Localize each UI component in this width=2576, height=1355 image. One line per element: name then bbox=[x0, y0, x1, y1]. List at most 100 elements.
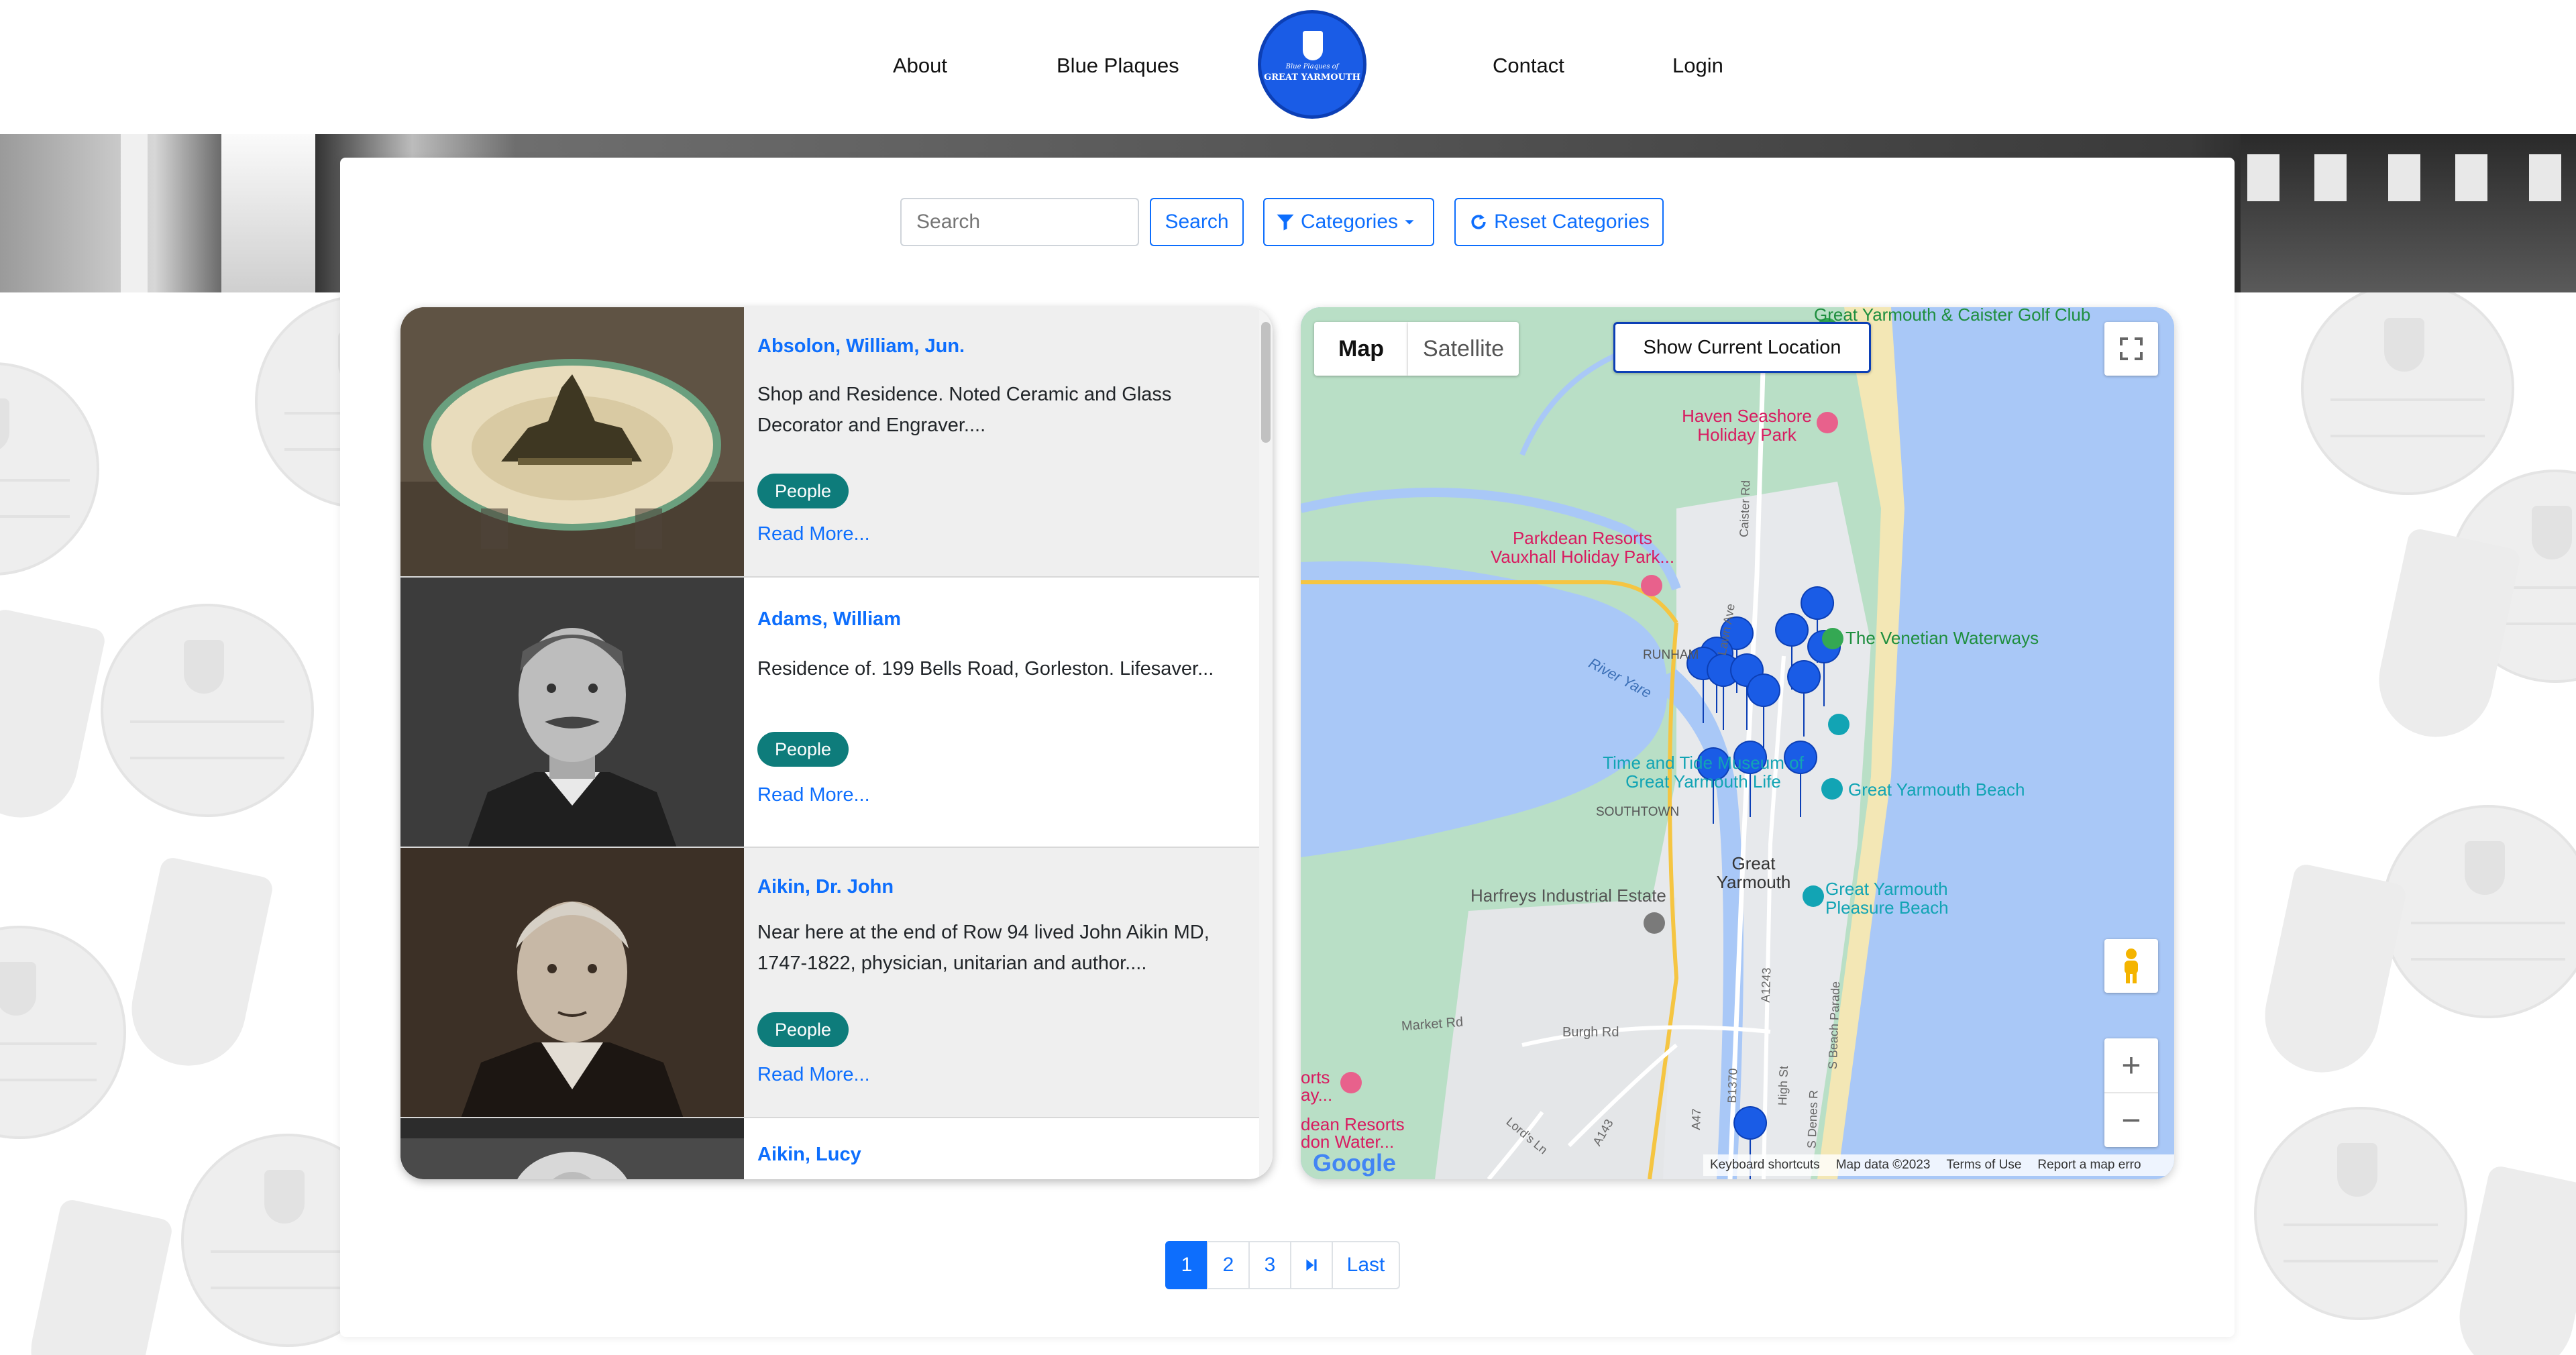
background-badge bbox=[0, 362, 99, 576]
refresh-icon bbox=[1471, 214, 1486, 229]
nav-contact-link[interactable]: Contact bbox=[1493, 54, 1564, 78]
background-mark bbox=[2254, 862, 2408, 1083]
filter-icon bbox=[1277, 214, 1294, 231]
page-3-button[interactable]: 3 bbox=[1248, 1241, 1291, 1289]
zoom-out-button[interactable]: − bbox=[2104, 1093, 2158, 1147]
map-label-parkdean: Parkdean Resorts Vauxhall Holiday Park..… bbox=[1490, 528, 1675, 567]
categories-button-label: Categories bbox=[1300, 211, 1399, 233]
background-badge bbox=[0, 926, 126, 1139]
fullscreen-button[interactable] bbox=[2104, 322, 2158, 376]
plaque-shield-icon bbox=[1303, 31, 1323, 60]
category-badge: People bbox=[757, 732, 849, 767]
reset-categories-button[interactable]: Reset Categories bbox=[1454, 198, 1664, 246]
map-label-venetian: The Venetian Waterways bbox=[1845, 628, 2039, 648]
plaque-thumbnail bbox=[400, 307, 744, 576]
plaque-thumbnail bbox=[400, 1118, 744, 1179]
search-button[interactable]: Search bbox=[1150, 198, 1244, 246]
read-more-link[interactable]: Read More... bbox=[757, 1064, 870, 1086]
map-data-text: Map data ©2023 bbox=[1835, 1158, 1931, 1172]
google-logo: Google bbox=[1313, 1149, 1396, 1177]
list-item: Absolon, William, Jun. Shop and Residenc… bbox=[400, 307, 1259, 578]
nav-blue-plaques-link[interactable]: Blue Plaques bbox=[1057, 54, 1179, 78]
search-button-label: Search bbox=[1165, 211, 1229, 233]
pegman-icon bbox=[2125, 949, 2138, 983]
list-item: Aikin, Dr. John Near here at the end of … bbox=[400, 848, 1259, 1118]
beach-pin-icon bbox=[1821, 778, 1843, 800]
skip-next-icon bbox=[1306, 1259, 1317, 1271]
map-type-satellite-button[interactable]: Satellite bbox=[1408, 322, 1519, 376]
category-badge: People bbox=[757, 1012, 849, 1047]
hotel-pin-icon bbox=[1641, 575, 1662, 596]
plaque-description: Near here at the end of Row 94 lived Joh… bbox=[757, 922, 1210, 974]
map-type-map-button[interactable]: Map bbox=[1314, 322, 1408, 376]
map-label-b1370: B1370 bbox=[1725, 1068, 1740, 1103]
plaque-title[interactable]: Aikin, Dr. John bbox=[757, 876, 894, 898]
map-label-a1243: A1243 bbox=[1758, 967, 1774, 1003]
street-view-pegman-button[interactable] bbox=[2104, 939, 2158, 993]
categories-dropdown-button[interactable]: Categories bbox=[1263, 198, 1434, 246]
map-label-burgh-rd: Burgh Rd bbox=[1562, 1025, 1619, 1040]
list-scrollbar-thumb[interactable] bbox=[1261, 322, 1271, 443]
list-item: Adams, William Residence of. 199 Bells R… bbox=[400, 578, 1259, 848]
background-mark bbox=[2449, 1164, 2576, 1355]
fullscreen-icon bbox=[2120, 337, 2143, 360]
map-label-sports: orts ay... bbox=[1301, 1067, 1333, 1105]
zoom-controls: + − bbox=[2104, 1038, 2158, 1147]
plaque-title[interactable]: Aikin, Lucy bbox=[757, 1144, 861, 1166]
background-badge bbox=[2301, 282, 2514, 495]
plaque-title[interactable]: Absolon, William, Jun. bbox=[757, 335, 965, 358]
background-mark bbox=[121, 855, 275, 1077]
page-2-button[interactable]: 2 bbox=[1207, 1241, 1250, 1289]
place-pin-icon bbox=[1644, 912, 1665, 934]
plaque-description: Shop and Residence. Noted Ceramic and Gl… bbox=[757, 384, 1172, 436]
background-mark bbox=[2368, 527, 2522, 748]
next-page-button[interactable] bbox=[1290, 1241, 1333, 1289]
map-label-harfreys: Harfreys Industrial Estate bbox=[1470, 885, 1666, 906]
background-badge bbox=[101, 604, 314, 817]
plaque-title[interactable]: Adams, William bbox=[757, 608, 901, 631]
keyboard-shortcuts-link[interactable]: Keyboard shortcuts bbox=[1710, 1158, 1820, 1173]
map-label-haven: Haven Seashore Holiday Park bbox=[1682, 406, 1812, 445]
plaques-map[interactable]: Great Yarmouth & Caister Golf Club Haven… bbox=[1301, 307, 2174, 1179]
logo-text: GREAT YARMOUTH bbox=[1264, 72, 1360, 83]
map-label-a47: A47 bbox=[1688, 1108, 1704, 1130]
report-map-error-link[interactable]: Report a map erro bbox=[2037, 1158, 2141, 1173]
search-input[interactable] bbox=[900, 198, 1139, 246]
map-label-time-tide: Time and Tide Museum of Great Yarmouth L… bbox=[1603, 753, 1804, 792]
page-1-button[interactable]: 1 bbox=[1165, 1241, 1208, 1289]
map-label-runham: RUNHAM bbox=[1643, 648, 1699, 662]
list-item: Aikin, Lucy bbox=[400, 1118, 1259, 1179]
map-label-gy-beach: Great Yarmouth Beach bbox=[1848, 779, 2025, 800]
show-current-location-button[interactable]: Show Current Location bbox=[1613, 322, 1871, 373]
map-label-caister-rd: Caister Rd bbox=[1737, 480, 1753, 538]
map-label-s-denes: S Denes R bbox=[1805, 1089, 1821, 1149]
background-badge bbox=[2254, 1107, 2467, 1320]
nav-login-link[interactable]: Login bbox=[1672, 54, 1723, 78]
terms-of-use-link[interactable]: Terms of Use bbox=[1946, 1158, 2021, 1173]
map-attribution-bar: Keyboard shortcuts Map data ©2023 Terms … bbox=[1703, 1154, 2174, 1176]
map-label-high-st: High St bbox=[1775, 1065, 1791, 1106]
top-navbar: About Blue Plaques Blue Plaques of GREAT… bbox=[0, 0, 2576, 134]
last-page-button[interactable]: Last bbox=[1332, 1241, 1400, 1289]
background-badge bbox=[2381, 805, 2576, 1018]
main-card: Search Categories Reset Categories bbox=[340, 158, 2235, 1337]
logo-text-top: Blue Plaques of bbox=[1285, 63, 1339, 70]
hotel-pin-icon bbox=[1340, 1072, 1362, 1093]
background-mark bbox=[0, 607, 107, 828]
beach-pin-icon bbox=[1803, 885, 1824, 907]
map-label-southtown: SOUTHTOWN bbox=[1596, 805, 1680, 819]
nav-about-link[interactable]: About bbox=[893, 54, 947, 78]
map-label-pleasure-beach: Great Yarmouth Pleasure Beach bbox=[1825, 879, 1949, 918]
plaque-list: Absolon, William, Jun. Shop and Residenc… bbox=[400, 307, 1273, 1179]
site-logo[interactable]: Blue Plaques of GREAT YARMOUTH bbox=[1258, 10, 1366, 119]
map-label-parkdean-bottom: dean Resorts don Water... bbox=[1301, 1114, 1405, 1152]
attraction-pin-icon bbox=[1822, 628, 1843, 649]
plaque-thumbnail bbox=[400, 848, 744, 1117]
read-more-link[interactable]: Read More... bbox=[757, 784, 870, 806]
reset-button-label: Reset Categories bbox=[1494, 211, 1650, 233]
read-more-link[interactable]: Read More... bbox=[757, 523, 870, 545]
map-label-great-yarmouth: Great Yarmouth bbox=[1716, 853, 1791, 892]
category-badge: People bbox=[757, 474, 849, 508]
attraction-pin-icon bbox=[1828, 714, 1849, 735]
zoom-in-button[interactable]: + bbox=[2104, 1038, 2158, 1093]
